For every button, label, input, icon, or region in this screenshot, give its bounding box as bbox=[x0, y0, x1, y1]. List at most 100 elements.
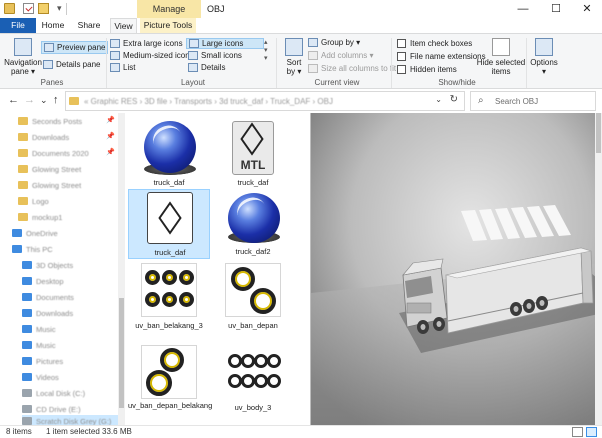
customize-quick-access-dropdown[interactable]: ▾ bbox=[57, 3, 62, 14]
nav-item[interactable]: This PC bbox=[12, 243, 53, 255]
forward-button[interactable]: → bbox=[24, 94, 35, 106]
hidden-items-toggle[interactable]: Hidden items bbox=[397, 65, 457, 74]
tab-home[interactable]: Home bbox=[40, 18, 66, 33]
tire-ring bbox=[145, 270, 160, 285]
navigation-scrollbar[interactable] bbox=[118, 113, 125, 425]
recent-locations-button[interactable]: ⌄ bbox=[40, 95, 48, 106]
add-columns-button[interactable]: Add columns ▾ bbox=[308, 51, 373, 60]
file-item[interactable]: truck_daf2 bbox=[212, 189, 294, 259]
tab-file[interactable]: File bbox=[0, 18, 36, 33]
preview-pane-button[interactable]: Preview pane bbox=[41, 41, 109, 54]
navigation-pane-label-2: pane ▾ bbox=[10, 67, 36, 76]
nav-item[interactable]: Music bbox=[22, 323, 56, 335]
new-folder-icon[interactable] bbox=[38, 3, 49, 14]
file-item[interactable]: uv_ban_depan bbox=[212, 261, 294, 343]
address-history-dropdown[interactable]: ⌄ bbox=[435, 95, 442, 104]
options-label-2: ▾ bbox=[541, 67, 546, 76]
sort-by-button[interactable]: Sort by ▾ bbox=[283, 38, 305, 76]
divider bbox=[66, 3, 67, 15]
group-by-label: Group by ▾ bbox=[321, 38, 361, 47]
details-pane-button[interactable]: Details pane bbox=[43, 60, 100, 69]
file-name-extensions-toggle[interactable]: File name extensions bbox=[397, 52, 486, 61]
extra-large-icons-option[interactable]: Extra large icons bbox=[110, 39, 183, 48]
nav-item[interactable]: Downloads bbox=[22, 307, 73, 319]
nav-item[interactable]: CD Drive (E:) bbox=[22, 403, 81, 415]
address-bar[interactable]: « Graphic RES › 3D file › Transports › 3… bbox=[65, 91, 465, 111]
preview-pane-label: Preview pane bbox=[57, 43, 106, 52]
nav-item[interactable]: Glowing Street bbox=[18, 163, 81, 175]
nav-item[interactable]: Seconds Posts bbox=[18, 115, 82, 127]
nav-item[interactable]: Documents bbox=[22, 291, 74, 303]
tab-picture-tools[interactable]: Picture Tools bbox=[140, 18, 196, 33]
breadcrumb[interactable]: « Graphic RES › 3D file › Transports › 3… bbox=[84, 97, 333, 106]
hide-selected-label-2: items bbox=[491, 67, 511, 76]
scrollbar-thumb[interactable] bbox=[596, 113, 601, 153]
item-check-boxes-checkbox[interactable] bbox=[397, 39, 406, 48]
close-button[interactable]: ✕ bbox=[572, 0, 602, 18]
maximize-button[interactable]: ☐ bbox=[541, 0, 571, 18]
back-button[interactable]: ← bbox=[8, 94, 19, 106]
nav-item[interactable]: Desktop bbox=[22, 275, 64, 287]
nav-item[interactable]: Scratch Disk Grey (G:) bbox=[22, 415, 118, 425]
nav-item[interactable]: Music bbox=[22, 339, 56, 351]
nav-item[interactable]: mockup1 bbox=[18, 211, 62, 223]
nav-item-label: Local Disk (C:) bbox=[36, 388, 86, 398]
size-all-columns-button[interactable]: Size all columns to fit bbox=[308, 64, 396, 73]
nav-item[interactable]: Videos bbox=[22, 371, 59, 383]
tab-share[interactable]: Share bbox=[76, 18, 102, 33]
file-name-extensions-checkbox[interactable] bbox=[397, 52, 406, 61]
texture-thumbnail bbox=[141, 263, 197, 317]
tab-view[interactable]: View bbox=[110, 18, 137, 33]
large-icons-option[interactable]: Large icons bbox=[186, 38, 264, 49]
list-option[interactable]: List bbox=[110, 63, 135, 72]
nav-item[interactable]: OneDrive bbox=[12, 227, 58, 239]
details-view-button[interactable] bbox=[572, 427, 583, 437]
medium-icons-icon bbox=[110, 51, 120, 60]
search-icon: ⌕ bbox=[478, 95, 484, 106]
nav-item[interactable]: Downloads bbox=[18, 131, 69, 143]
up-button[interactable]: ↑ bbox=[53, 94, 59, 106]
group-by-button[interactable]: Group by ▾ bbox=[308, 38, 360, 47]
nav-item[interactable]: Documents 2020 bbox=[18, 147, 89, 159]
tire-ring bbox=[231, 267, 255, 291]
tire-ring bbox=[145, 292, 160, 307]
cinema4d-file-icon bbox=[144, 121, 196, 173]
navigation-pane-button[interactable]: Navigation pane ▾ bbox=[4, 38, 42, 76]
file-name: uv_body_3 bbox=[234, 403, 272, 412]
tab-manage[interactable]: Manage bbox=[137, 0, 201, 18]
large-icons-view-button[interactable] bbox=[586, 427, 597, 437]
folder-icon bbox=[22, 293, 32, 301]
nav-item[interactable]: Logo bbox=[18, 195, 49, 207]
hide-selected-items-button[interactable]: Hide selected items bbox=[477, 38, 525, 76]
nav-item[interactable]: Pictures bbox=[22, 355, 63, 367]
extra-large-icons-icon bbox=[110, 39, 120, 48]
nav-item[interactable]: 3D Objects bbox=[22, 259, 73, 271]
options-button[interactable]: Options ▾ bbox=[530, 38, 558, 76]
small-icons-option[interactable]: Small icons bbox=[188, 51, 242, 60]
group-label-layout: Layout bbox=[180, 78, 206, 87]
scrollbar-thumb[interactable] bbox=[119, 298, 124, 408]
search-input[interactable]: Search OBJ bbox=[495, 97, 538, 106]
item-check-boxes-toggle[interactable]: Item check boxes bbox=[397, 39, 472, 48]
file-item[interactable]: uv_ban_depan_belakang bbox=[128, 343, 213, 425]
folder-icon bbox=[18, 149, 28, 157]
details-option[interactable]: Details bbox=[188, 63, 225, 72]
preview-scrollbar[interactable] bbox=[595, 113, 602, 425]
hidden-items-checkbox[interactable] bbox=[397, 65, 406, 74]
file-item[interactable]: uv_ban_belakang_3 bbox=[128, 261, 210, 343]
file-name: uv_ban_depan_belakang bbox=[128, 401, 213, 410]
file-item[interactable]: truck_daf bbox=[128, 115, 210, 191]
nav-item[interactable]: Local Disk (C:) bbox=[22, 387, 85, 399]
file-item[interactable]: uv_body_3 bbox=[212, 343, 294, 425]
search-box[interactable]: ⌕ Search OBJ bbox=[470, 91, 596, 111]
minimize-button[interactable]: — bbox=[508, 0, 538, 18]
medium-icons-option[interactable]: Medium-sized icons bbox=[110, 51, 194, 60]
group-by-icon bbox=[308, 38, 318, 47]
file-item-selected[interactable]: truck_daf bbox=[128, 189, 210, 259]
layout-scroll[interactable]: ▴ ▾ ▾ bbox=[264, 38, 268, 62]
nav-item[interactable]: Glowing Street bbox=[18, 179, 81, 191]
file-item[interactable]: MTL truck_daf bbox=[212, 115, 294, 191]
refresh-button[interactable]: ↻ bbox=[450, 94, 458, 105]
tire-ring bbox=[241, 374, 255, 388]
properties-icon[interactable] bbox=[23, 3, 34, 14]
